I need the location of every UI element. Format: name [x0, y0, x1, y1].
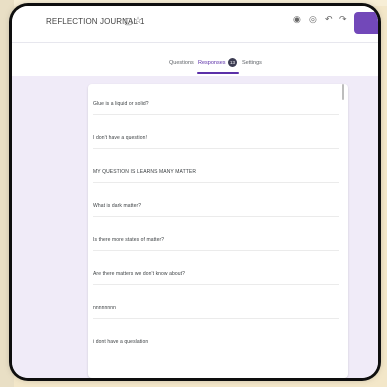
- tab-questions[interactable]: Questions: [169, 60, 194, 66]
- divider: [93, 216, 339, 217]
- divider: [93, 250, 339, 251]
- star-icon[interactable]: ☆: [134, 16, 142, 25]
- redo-icon[interactable]: ↷: [339, 15, 347, 24]
- divider: [93, 114, 339, 115]
- form-tabs: Questions Responses 13 Settings: [12, 54, 378, 76]
- scrollbar-thumb[interactable]: [342, 84, 344, 100]
- response-item: i dont have a queslation: [93, 339, 149, 345]
- active-tab-indicator: [197, 72, 239, 74]
- responses-list: Glue is a liquid or solid? I don't have …: [88, 84, 348, 378]
- tab-responses[interactable]: Responses: [198, 60, 226, 66]
- undo-icon[interactable]: ↶: [325, 15, 333, 24]
- forms-header: REFLECTION JOURNAL 1 ▢ ☆ ◉ ◎ ↶ ↷: [12, 6, 378, 43]
- divider: [93, 148, 339, 149]
- divider: [93, 284, 339, 285]
- device-screen: REFLECTION JOURNAL 1 ▢ ☆ ◉ ◎ ↶ ↷ Questio…: [12, 6, 378, 378]
- response-item: MY QUESTION IS LEARNS MANY MATTER: [93, 169, 197, 175]
- response-item: Is there more states of matter?: [93, 237, 165, 243]
- response-item: nnnnnnnn: [93, 305, 117, 311]
- response-item: What is dark matter?: [93, 203, 142, 209]
- responses-count-badge: 13: [228, 58, 237, 67]
- send-button[interactable]: [354, 12, 378, 34]
- divider: [93, 182, 339, 183]
- response-item: Are there matters we don't know about?: [93, 271, 186, 277]
- eye-icon[interactable]: ◎: [309, 15, 317, 24]
- palette-icon[interactable]: ◉: [293, 15, 301, 24]
- divider: [93, 318, 339, 319]
- response-item: Glue is a liquid or solid?: [93, 101, 149, 107]
- responses-card: Glue is a liquid or solid? I don't have …: [88, 84, 348, 378]
- tab-settings[interactable]: Settings: [242, 60, 262, 66]
- folder-icon[interactable]: ▢: [124, 17, 133, 26]
- response-item: I don't have a question!: [93, 135, 147, 141]
